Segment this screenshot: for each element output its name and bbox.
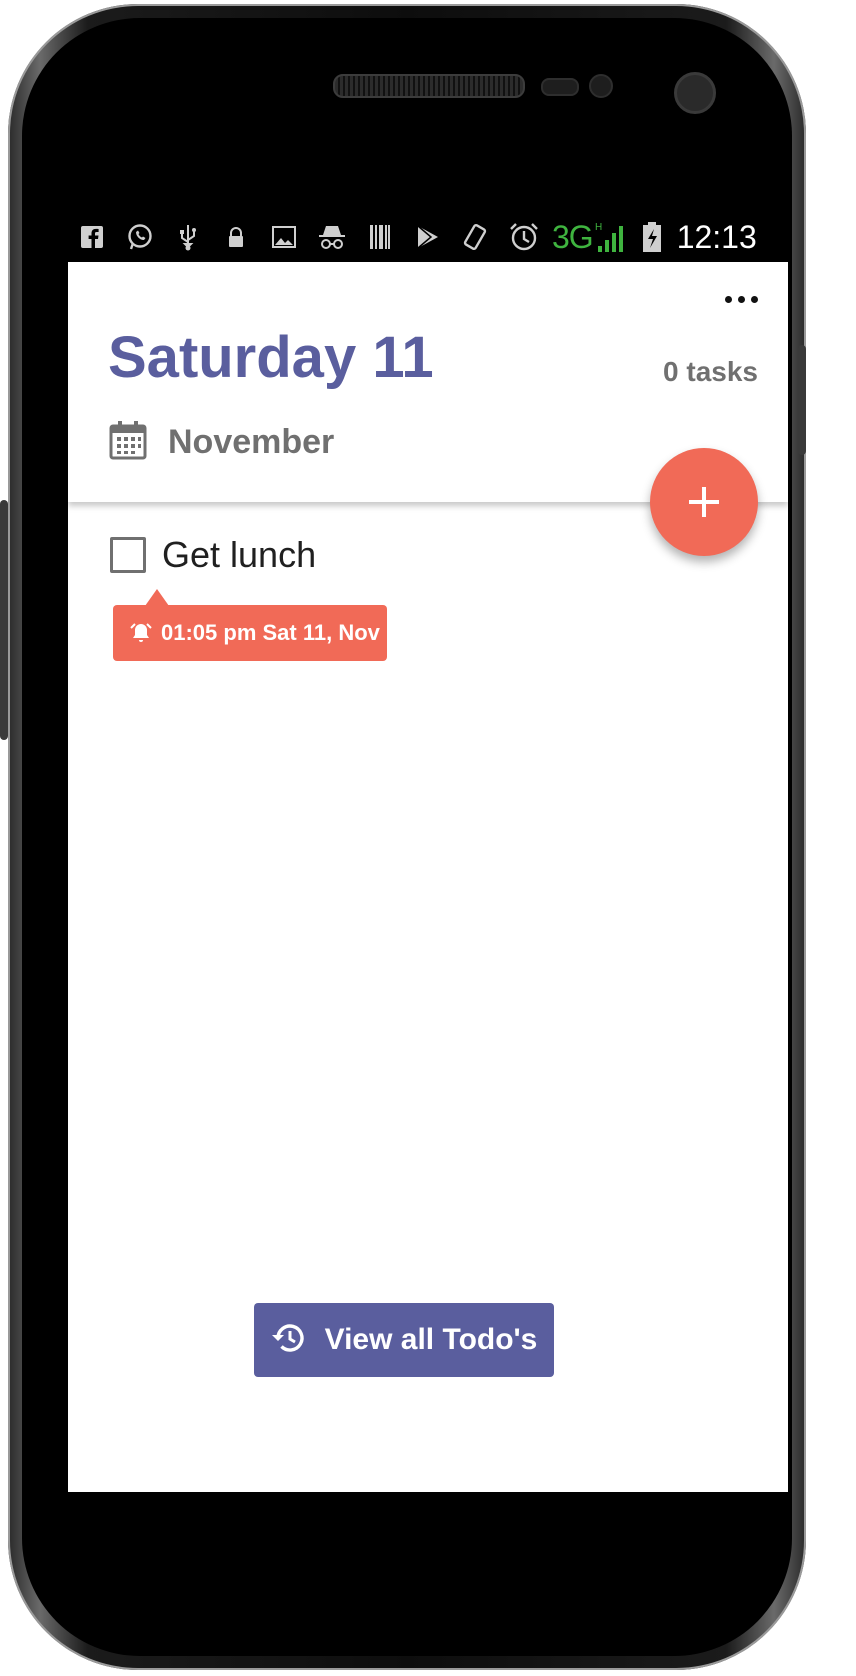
barcode-icon bbox=[356, 212, 404, 262]
signal-icon: H bbox=[593, 212, 629, 262]
svg-text:H: H bbox=[595, 222, 602, 233]
usb-icon bbox=[164, 212, 212, 262]
more-dot bbox=[725, 296, 732, 303]
network-type-label: 3G bbox=[552, 218, 594, 255]
app-screen: 3G H 12:13 Saturday 11 November 0 tasks … bbox=[68, 212, 788, 1492]
calendar-icon bbox=[108, 420, 148, 465]
proximity-sensor bbox=[541, 78, 579, 96]
day-title: Saturday 11 bbox=[108, 325, 434, 390]
play-store-icon bbox=[404, 212, 452, 262]
reminder-badge[interactable]: 01:05 pm Sat 11, Nov bbox=[113, 589, 387, 661]
alarm-icon bbox=[500, 212, 548, 262]
month-label: November bbox=[168, 423, 335, 461]
more-options-button[interactable] bbox=[725, 296, 758, 303]
incognito-icon bbox=[308, 212, 356, 262]
power-button bbox=[798, 345, 806, 455]
lock-icon bbox=[212, 212, 260, 262]
task-count: 0 tasks bbox=[663, 356, 758, 387]
image-icon bbox=[260, 212, 308, 262]
view-all-label: View all Todo's bbox=[324, 1323, 538, 1356]
add-task-button[interactable] bbox=[650, 448, 758, 556]
whatsapp-icon bbox=[116, 212, 164, 262]
rotate-icon bbox=[452, 212, 500, 262]
battery-charging-icon bbox=[635, 212, 669, 262]
front-camera bbox=[674, 72, 716, 114]
view-all-todos-button[interactable]: View all Todo's bbox=[254, 1303, 554, 1377]
volume-button bbox=[0, 500, 8, 740]
clock-time: 12:13 bbox=[676, 218, 757, 255]
task-checkbox[interactable] bbox=[110, 537, 146, 573]
alarm-bell-icon bbox=[129, 621, 153, 645]
status-bar: 3G H 12:13 bbox=[68, 212, 788, 262]
earpiece-speaker bbox=[333, 74, 525, 98]
facebook-icon bbox=[68, 212, 116, 262]
light-sensor bbox=[589, 74, 613, 98]
more-dot bbox=[738, 296, 745, 303]
more-dot bbox=[751, 296, 758, 303]
task-title[interactable]: Get lunch bbox=[162, 534, 316, 576]
task-item: Get lunch bbox=[110, 534, 316, 576]
history-icon bbox=[271, 1320, 307, 1361]
plus-icon bbox=[689, 487, 719, 517]
reminder-text: 01:05 pm Sat 11, Nov bbox=[161, 620, 380, 645]
month-row: November bbox=[108, 420, 334, 465]
